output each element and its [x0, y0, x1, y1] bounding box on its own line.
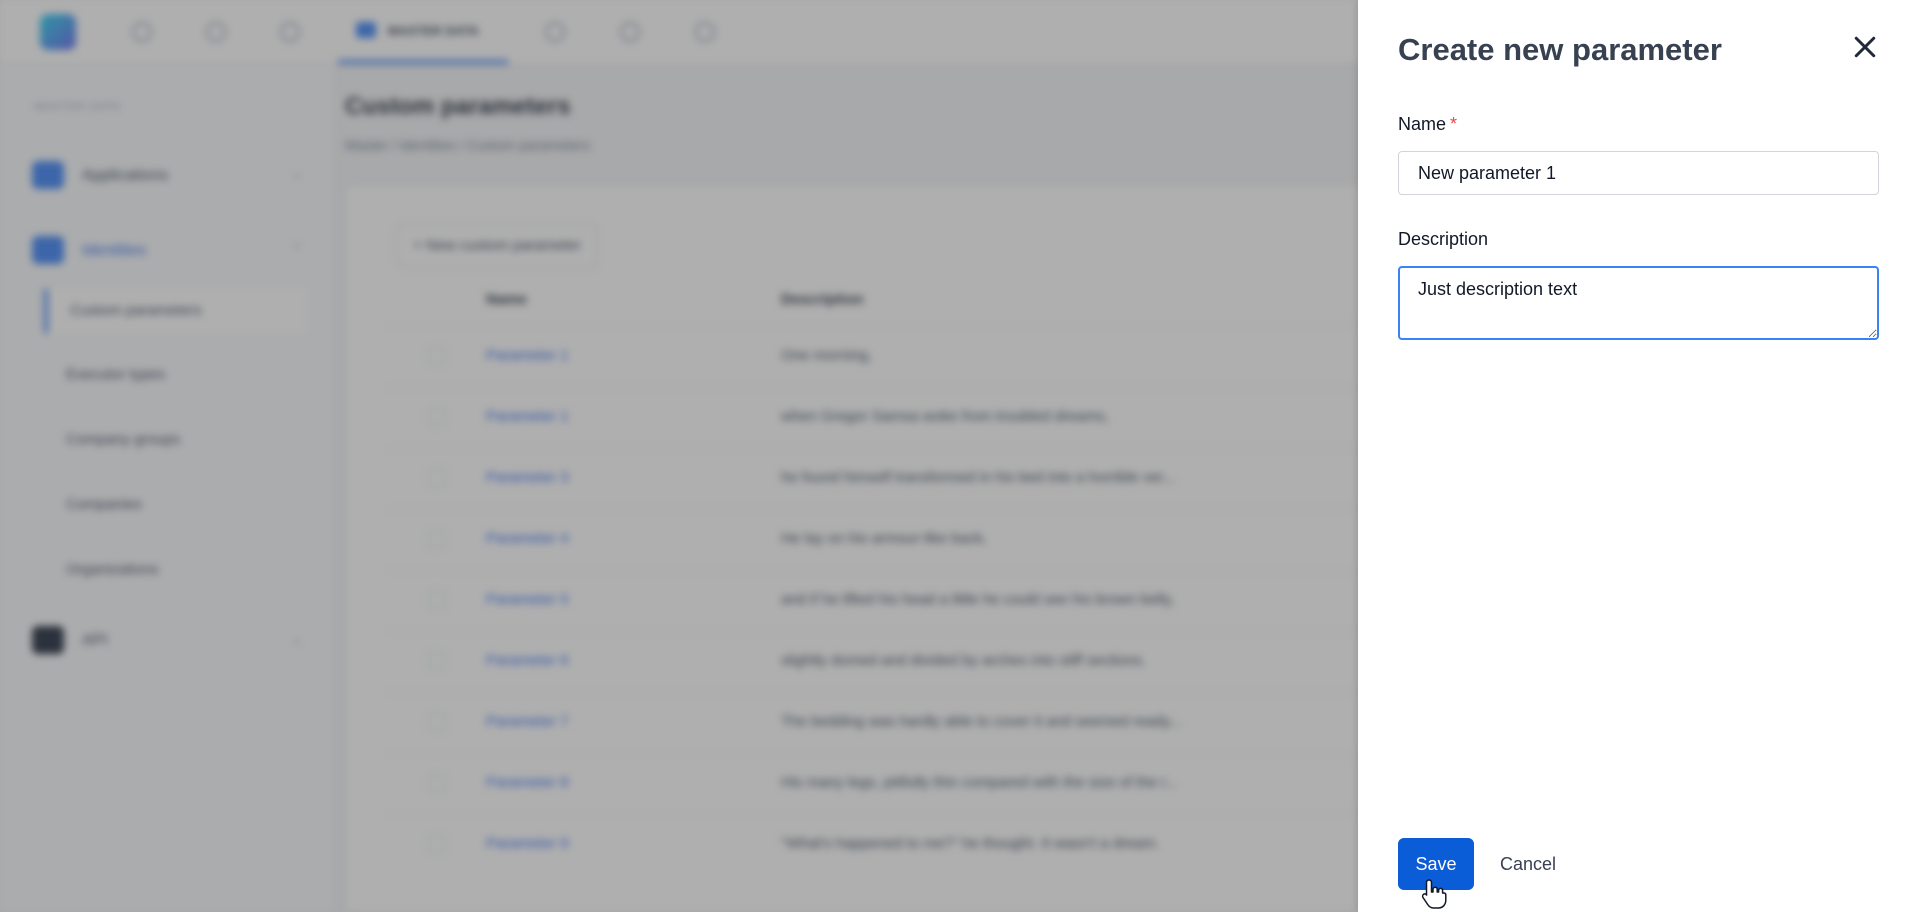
required-marker: * — [1450, 114, 1458, 134]
name-field-label: Name * — [1398, 114, 1457, 135]
save-button[interactable]: Save — [1398, 838, 1474, 890]
description-field-label: Description — [1398, 229, 1489, 249]
cancel-button[interactable]: Cancel — [1488, 838, 1568, 890]
drawer-title: Create new parameter — [1398, 32, 1722, 67]
description-field[interactable]: Just description text — [1398, 266, 1879, 340]
create-parameter-drawer: Create new parameter Name* Description J… — [1358, 0, 1916, 912]
name-field[interactable] — [1398, 151, 1879, 195]
close-icon[interactable] — [1850, 32, 1880, 62]
name-label-text: Name — [1398, 114, 1447, 134]
